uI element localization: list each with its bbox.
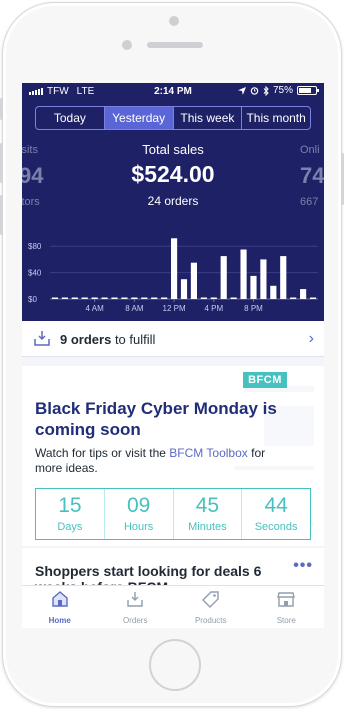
orders-icon (127, 592, 143, 607)
chart-bar[interactable] (260, 259, 267, 299)
x-tick-label: 4 PM (204, 304, 223, 313)
chart-bar[interactable] (220, 256, 227, 299)
x-tick-label: 12 PM (163, 304, 186, 313)
orders-to-fulfill-row[interactable]: 9 orders to fulfill › (22, 321, 324, 357)
nav-home-label: Home (48, 616, 71, 625)
fulfill-count: 9 orders (60, 332, 112, 347)
status-right: 75% (237, 85, 319, 96)
chart-bar[interactable] (270, 285, 277, 299)
store-icon (277, 592, 296, 607)
bfcm-body-prefix: Watch for tips or visit the (35, 446, 166, 460)
chart-bar[interactable] (210, 297, 217, 300)
chart-bar[interactable] (101, 297, 108, 300)
chart-bar[interactable] (170, 238, 178, 299)
countdown-minutes: 45 Minutes (174, 489, 243, 539)
status-bar: TFW LTE 2:14 PM 75% (22, 83, 324, 100)
tag-icon (201, 591, 219, 608)
chart-bar[interactable] (131, 297, 138, 300)
app-screen: TFW LTE 2:14 PM 75% Today Yesterday This… (22, 83, 324, 628)
battery-icon (297, 86, 319, 95)
bfcm-title: Black Friday Cyber Monday is coming soon (35, 399, 277, 439)
fulfill-text: 9 orders to fulfill (60, 332, 155, 347)
nav-products-label: Products (194, 616, 227, 625)
nav-store[interactable]: Store (249, 586, 325, 628)
chevron-right-icon: › (308, 330, 314, 347)
chart-bar[interactable] (309, 297, 317, 300)
nav-home[interactable]: Home (22, 586, 98, 628)
total-sales-value: $524.00 (131, 161, 215, 187)
chart-bar[interactable] (200, 297, 207, 300)
battery-percent: 75% (272, 85, 293, 96)
x-tick-label: 4 AM (86, 304, 105, 313)
chart-bar[interactable] (151, 297, 158, 300)
countdown-label: Days (57, 521, 83, 533)
bottom-tab-bar: Home Orders Products Store (22, 585, 324, 628)
volume-down-button (0, 195, 3, 235)
chart-bar[interactable] (141, 297, 148, 300)
nav-orders-label: Orders (123, 616, 148, 625)
sales-chart[interactable]: $80 $40 $0 4 AM 8 AM 12 PM 4 PM 8 PM (22, 229, 324, 317)
camera-icon (122, 40, 132, 50)
home-icon (52, 591, 68, 607)
bfcm-toolbox-link[interactable]: BFCM Toolbox (169, 446, 247, 460)
shoppers-card-title: Shoppers start looking for deals 6 (35, 563, 262, 579)
nav-products[interactable]: Products (173, 586, 249, 628)
countdown-value: 09 (126, 494, 151, 517)
sensor-icon (169, 16, 179, 26)
y-tick-label: $40 (28, 269, 42, 278)
chart-bar[interactable] (91, 297, 98, 300)
chart-bar[interactable] (180, 279, 188, 299)
chart-bar[interactable] (250, 275, 257, 299)
alarm-icon (250, 87, 259, 95)
volume-up-button (0, 143, 3, 183)
total-orders: 24 orders (147, 194, 199, 208)
countdown-hours: 09 Hours (105, 489, 174, 539)
speaker-grille (147, 42, 203, 48)
more-options-icon[interactable]: ••• (293, 557, 313, 575)
x-tick-label: 8 AM (125, 304, 144, 313)
countdown-seconds: 44 Seconds (242, 489, 310, 539)
chart-bar[interactable] (81, 297, 88, 300)
battery-fill (299, 88, 311, 93)
chart-bar[interactable] (240, 249, 247, 300)
chart-bar[interactable] (51, 297, 59, 300)
location-icon (237, 86, 246, 95)
chart-bar[interactable] (280, 256, 287, 299)
bfcm-body: Watch for tips or visit the BFCM Toolbox… (35, 446, 295, 476)
countdown-value: 45 (195, 494, 220, 517)
orders-inbox-icon (34, 331, 50, 346)
mute-switch (0, 98, 3, 120)
total-sales-label: Total sales (142, 142, 204, 157)
bluetooth-icon (263, 85, 269, 96)
countdown-value: 15 (58, 494, 82, 517)
countdown-value: 44 (264, 494, 288, 517)
tab-yesterday[interactable]: Yesterday (104, 107, 174, 129)
chart-bar[interactable] (190, 262, 198, 299)
chart-bar[interactable] (111, 297, 118, 300)
countdown-label: Minutes (188, 521, 227, 533)
countdown-label: Hours (123, 521, 154, 533)
countdown-days: 15 Days (36, 489, 105, 539)
bfcm-tag: BFCM (243, 372, 287, 388)
home-button[interactable] (149, 639, 201, 691)
chart-bar[interactable] (290, 297, 297, 300)
chart-bar[interactable] (71, 297, 78, 300)
chart-bar[interactable] (230, 297, 237, 300)
countdown-timer: 15 Days 09 Hours 45 Minutes 44 Seconds (35, 488, 311, 540)
chart-bar[interactable] (300, 289, 307, 299)
fulfill-suffix: to fulfill (114, 332, 156, 347)
tab-this-month[interactable]: This month (242, 107, 310, 129)
tab-today[interactable]: Today (36, 107, 105, 129)
chart-bar[interactable] (161, 297, 168, 300)
x-tick-label: 8 PM (244, 304, 263, 313)
y-tick-label: $80 (28, 242, 42, 251)
chart-bar[interactable] (121, 297, 128, 300)
tab-this-week[interactable]: This week (174, 107, 243, 129)
nav-orders[interactable]: Orders (98, 586, 174, 628)
chart-bar[interactable] (61, 297, 68, 300)
date-range-tabs: Today Yesterday This week This month (35, 106, 311, 130)
countdown-label: Seconds (254, 521, 298, 533)
y-tick-label: $0 (28, 295, 37, 304)
nav-store-label: Store (276, 616, 296, 625)
